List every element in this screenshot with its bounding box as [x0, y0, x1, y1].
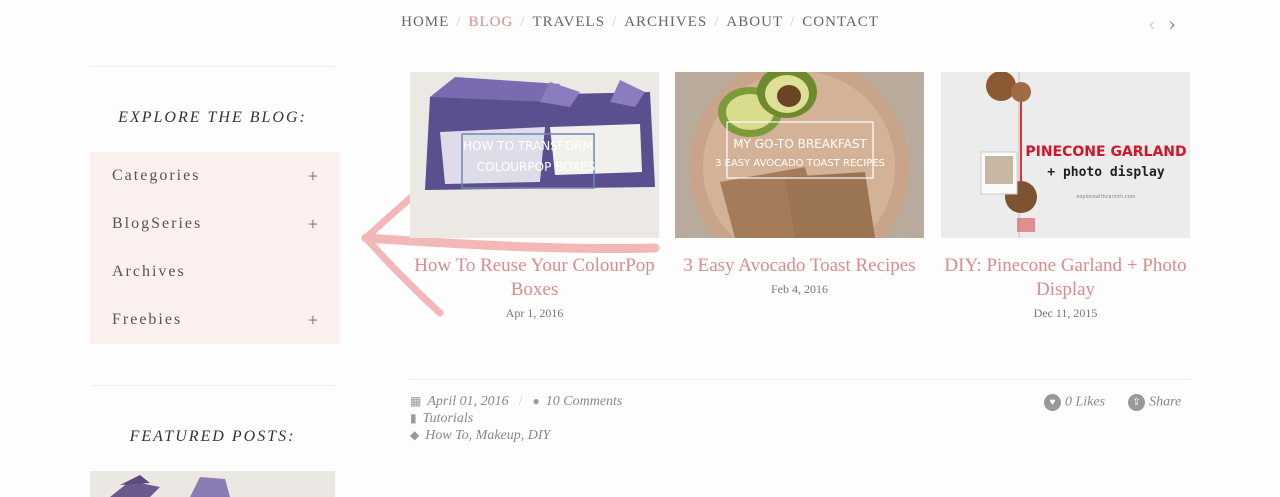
box-illustration — [90, 471, 335, 497]
nav-blog[interactable]: BLOG — [468, 14, 513, 30]
post-meta: ▦ April 01, 2016/● 10 Comments ▮ Tutorials … — [410, 394, 623, 443]
colourpop-box-image: HOW TO TRANSFORM COLOURPOP BOXES — [410, 72, 659, 238]
thumb-caption-2: COLOURPOP BOXES — [477, 160, 596, 174]
post-thumbnail[interactable]: MY GO-TO BREAKFAST 3 EASY AVOCADO TOAST … — [675, 72, 924, 238]
sidebar-item-label: Categories — [112, 167, 201, 184]
sidebar-item-label: Freebies — [112, 311, 183, 328]
post-meta-date[interactable]: April 01, 2016 — [427, 394, 508, 409]
post-title[interactable]: 3 Easy Avocado Toast Recipes — [675, 254, 924, 278]
tag-icon: ◆ — [410, 428, 420, 442]
sidebar-menu: Categories + BlogSeries + Archives Freebie… — [90, 152, 340, 344]
nav-separator: / — [456, 14, 462, 30]
chevron-right-icon[interactable]: › — [1168, 12, 1176, 36]
thumb-caption-1: MY GO-TO BREAKFAST — [733, 137, 867, 151]
nav-archives[interactable]: ARCHIVES — [624, 14, 707, 30]
plus-icon[interactable]: + — [308, 166, 318, 187]
likes-count[interactable]: 0 Likes — [1065, 395, 1105, 410]
plus-icon[interactable]: + — [308, 310, 318, 331]
comment-icon: ● — [532, 394, 540, 408]
post-meta-category[interactable]: Tutorials — [423, 411, 474, 426]
post-card[interactable]: MY GO-TO BREAKFAST 3 EASY AVOCADO TOAST … — [675, 72, 924, 297]
share-icon[interactable]: ⇪ — [1128, 394, 1146, 411]
avocado-toast-image: MY GO-TO BREAKFAST 3 EASY AVOCADO TOAST … — [675, 72, 924, 238]
nav-about[interactable]: ABOUT — [726, 14, 783, 30]
chevron-left-icon[interactable]: ‹ — [1148, 12, 1156, 36]
post-card[interactable]: PINECONE GARLAND + photo display explore… — [941, 72, 1190, 321]
divider — [90, 66, 335, 67]
plus-icon[interactable]: + — [308, 214, 318, 235]
explore-title: EXPLORE THE BLOG: — [118, 109, 307, 126]
sidebar-item-label: Archives — [112, 263, 186, 280]
post-actions: ♥ 0 Likes ⇪ Share — [1044, 394, 1181, 411]
post-meta-tags[interactable]: How To, Makeup, DIY — [425, 428, 550, 443]
thumb-caption-2: 3 EASY AVOCADO TOAST RECIPES — [715, 158, 885, 169]
main-nav: HOME / BLOG / TRAVELS / ARCHIVES / ABOUT / CONTACT — [0, 14, 1280, 31]
thumb-caption-2: + photo display — [1047, 165, 1165, 180]
nav-separator: / — [612, 14, 618, 30]
calendar-icon: ▦ — [410, 394, 422, 408]
nav-contact[interactable]: CONTACT — [802, 14, 879, 30]
divider — [90, 385, 335, 386]
sidebar-item-categories[interactable]: Categories + — [90, 152, 340, 200]
post-date: Feb 4, 2016 — [771, 282, 828, 296]
nav-separator: / — [520, 14, 526, 30]
post-date: Dec 11, 2015 — [1033, 306, 1098, 320]
thumb-caption-url: explorewithcarinth.com — [1076, 194, 1135, 200]
post-meta-comments[interactable]: 10 Comments — [546, 394, 623, 409]
nav-home[interactable]: HOME — [401, 14, 449, 30]
sidebar-item-archives[interactable]: Archives — [90, 248, 340, 296]
post-thumbnail[interactable]: HOW TO TRANSFORM COLOURPOP BOXES — [410, 72, 659, 238]
sidebar-item-blogseries[interactable]: BlogSeries + — [90, 200, 340, 248]
pinecone-garland-image: PINECONE GARLAND + photo display explore… — [941, 72, 1190, 238]
post-card[interactable]: HOW TO TRANSFORM COLOURPOP BOXES How To … — [410, 72, 659, 321]
featured-post-thumbnail[interactable] — [90, 471, 335, 497]
slider-arrows: ‹ › — [1148, 12, 1188, 36]
post-title[interactable]: DIY: Pinecone Garland + Photo Display — [941, 254, 1190, 302]
share-button[interactable]: Share — [1149, 395, 1181, 410]
sidebar-item-freebies[interactable]: Freebies + — [90, 296, 340, 344]
divider — [410, 379, 1190, 380]
sidebar-item-label: BlogSeries — [112, 215, 203, 232]
nav-separator: / — [790, 14, 796, 30]
post-title[interactable]: How To Reuse Your ColourPop Boxes — [410, 254, 659, 302]
featured-title: FEATURED POSTS: — [129, 428, 296, 445]
post-date: Apr 1, 2016 — [505, 306, 564, 320]
nav-separator: / — [714, 14, 720, 30]
bookmark-icon: ▮ — [410, 411, 417, 425]
post-thumbnail[interactable]: PINECONE GARLAND + photo display explore… — [941, 72, 1190, 238]
thumb-caption-1: PINECONE GARLAND — [1025, 144, 1186, 160]
nav-travels[interactable]: TRAVELS — [532, 14, 605, 30]
heart-icon[interactable]: ♥ — [1044, 394, 1061, 411]
thumb-caption-1: HOW TO TRANSFORM — [463, 139, 593, 153]
